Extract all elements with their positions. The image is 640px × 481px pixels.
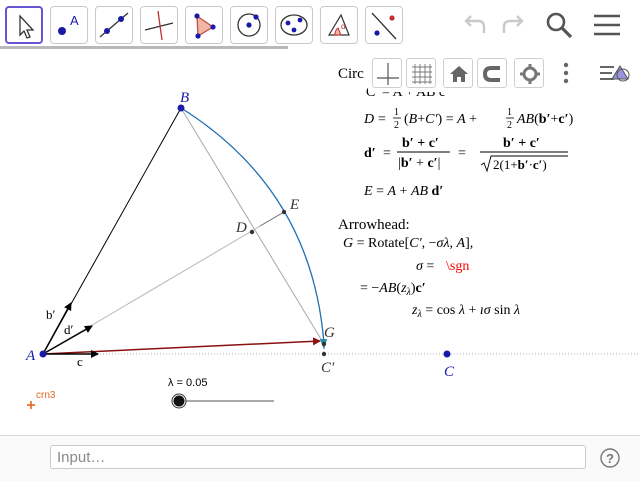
axes-toggle-button[interactable] (372, 58, 402, 88)
label-crn3: crn3 (36, 390, 56, 401)
svg-text:=: = (458, 146, 466, 161)
formula-z-lambda: zλ = cos λ + ıσ sin λ (411, 303, 520, 320)
svg-text:2: 2 (394, 120, 399, 131)
algebra-input[interactable] (50, 445, 586, 469)
line-tool-button[interactable] (95, 6, 133, 44)
standard-view-button[interactable] (443, 58, 473, 88)
svg-text:b′ + c′: b′ + c′ (503, 136, 540, 151)
formula-block: C′ = A + AB c D = 12 (B+C′) = A + 12 AB(… (338, 85, 574, 320)
toolbar: A α (0, 0, 640, 50)
svg-text:=: = (378, 112, 386, 127)
conic-five-points-tool-button[interactable] (275, 6, 313, 44)
point-d[interactable] (249, 229, 255, 235)
label-vector-c: c (77, 354, 83, 369)
text-label-circ: Circ (338, 66, 364, 82)
search-icon[interactable] (542, 8, 576, 42)
svg-text:=: = (383, 146, 391, 161)
formula-d: D = 1 2 (B+C′) = A + 1 2 AB(b′+c′) (363, 107, 574, 131)
menu-icon[interactable] (590, 8, 624, 42)
conic-ellipse-icon (280, 14, 308, 36)
gear-icon (520, 64, 540, 84)
label-vector-d: d′ (64, 322, 74, 337)
svg-text:2(1+b′·c′): 2(1+b′·c′) (493, 157, 547, 172)
line-through-points-icon (99, 12, 129, 38)
label-b: B (180, 90, 189, 106)
svg-text:b′ + c′: b′ + c′ (402, 136, 439, 151)
svg-text:D: D (363, 112, 374, 127)
formula-d-prime: d′ = b′ + c′ |b′ + c′| = b′ + c′ 2(1+b′·… (364, 136, 568, 173)
angle-tool-button[interactable]: α (320, 6, 358, 44)
point-c[interactable] (443, 350, 451, 358)
magnet-icon (482, 66, 500, 82)
svg-text:A: A (70, 13, 79, 28)
label-c-prime: C′ (321, 360, 335, 376)
perpendicular-line-icon (144, 10, 174, 41)
polygon-icon (194, 13, 216, 39)
point-g[interactable] (321, 341, 327, 347)
cursor-arrow-icon (19, 14, 35, 39)
label-vector-b: b′ (46, 307, 56, 322)
formula-rotation: = −AB(zλ)c′ (360, 281, 426, 298)
formula-e: E = A + AB d′ (363, 184, 443, 199)
move-tool-button[interactable] (5, 6, 43, 44)
slider-label: λ = 0.05 (168, 377, 207, 389)
svg-text:AB(b′+c′): AB(b′+c′) (516, 112, 574, 127)
grid-toggle-button[interactable] (406, 58, 436, 88)
svg-text:d′: d′ (364, 146, 376, 161)
point-tool-button[interactable]: A (50, 6, 88, 44)
segment-bc-prime (180, 107, 325, 345)
formula-sgn: \sgn (446, 259, 469, 274)
reflect-tool-button[interactable] (365, 6, 403, 44)
style-bar-icon[interactable] (598, 58, 632, 88)
point-e[interactable] (281, 209, 287, 215)
graphics-view[interactable]: A B C D E G C′ b′ d′ c C′ = A + AB c D =… (0, 52, 640, 434)
redo-icon[interactable] (496, 8, 530, 42)
svg-text:2: 2 (507, 120, 512, 131)
undo-icon[interactable] (458, 8, 492, 42)
svg-text:α: α (341, 22, 346, 31)
svg-text:?: ? (606, 451, 614, 466)
crn3-point[interactable] (27, 401, 35, 409)
formula-sigma: σ = (416, 259, 434, 274)
arrowhead-title: Arrowhead: (338, 217, 410, 233)
label-c: C (444, 364, 455, 380)
circle-center-point-icon (237, 13, 261, 37)
perpendicular-line-tool-button[interactable] (140, 6, 178, 44)
vector-ag (42, 337, 321, 355)
angle-icon: α (327, 13, 350, 36)
grid-icon (412, 64, 432, 84)
home-icon (450, 66, 468, 82)
label-a: A (25, 348, 36, 364)
circle-center-point-tool-button[interactable] (230, 6, 268, 44)
point-a[interactable] (39, 350, 47, 358)
more-vert-icon[interactable] (556, 58, 576, 88)
point-capturing-button[interactable] (477, 58, 507, 88)
toolbar-scroll-indicator (0, 46, 288, 49)
graphics-style-bar (368, 56, 640, 92)
point-c-prime[interactable] (321, 351, 327, 357)
settings-button[interactable] (514, 58, 544, 88)
reflect-line-icon (371, 12, 397, 40)
svg-text:1: 1 (394, 107, 399, 118)
vector-de (259, 211, 285, 227)
input-bar: ? (0, 435, 640, 481)
svg-text:1: 1 (507, 107, 512, 118)
formula-g: G = Rotate[C′, −σλ, A], (343, 236, 473, 251)
axes-icon (377, 63, 399, 85)
label-e: E (289, 197, 299, 213)
point-a-icon: A (58, 13, 79, 35)
slider-knob[interactable] (173, 395, 185, 407)
help-icon[interactable]: ? (600, 448, 620, 468)
label-g: G (324, 325, 335, 341)
polygon-tool-button[interactable] (185, 6, 223, 44)
label-d: D (235, 220, 247, 236)
svg-text:|b′ + c′|: |b′ + c′| (398, 156, 440, 171)
svg-text:(B+C′) = A +: (B+C′) = A + (404, 112, 477, 127)
